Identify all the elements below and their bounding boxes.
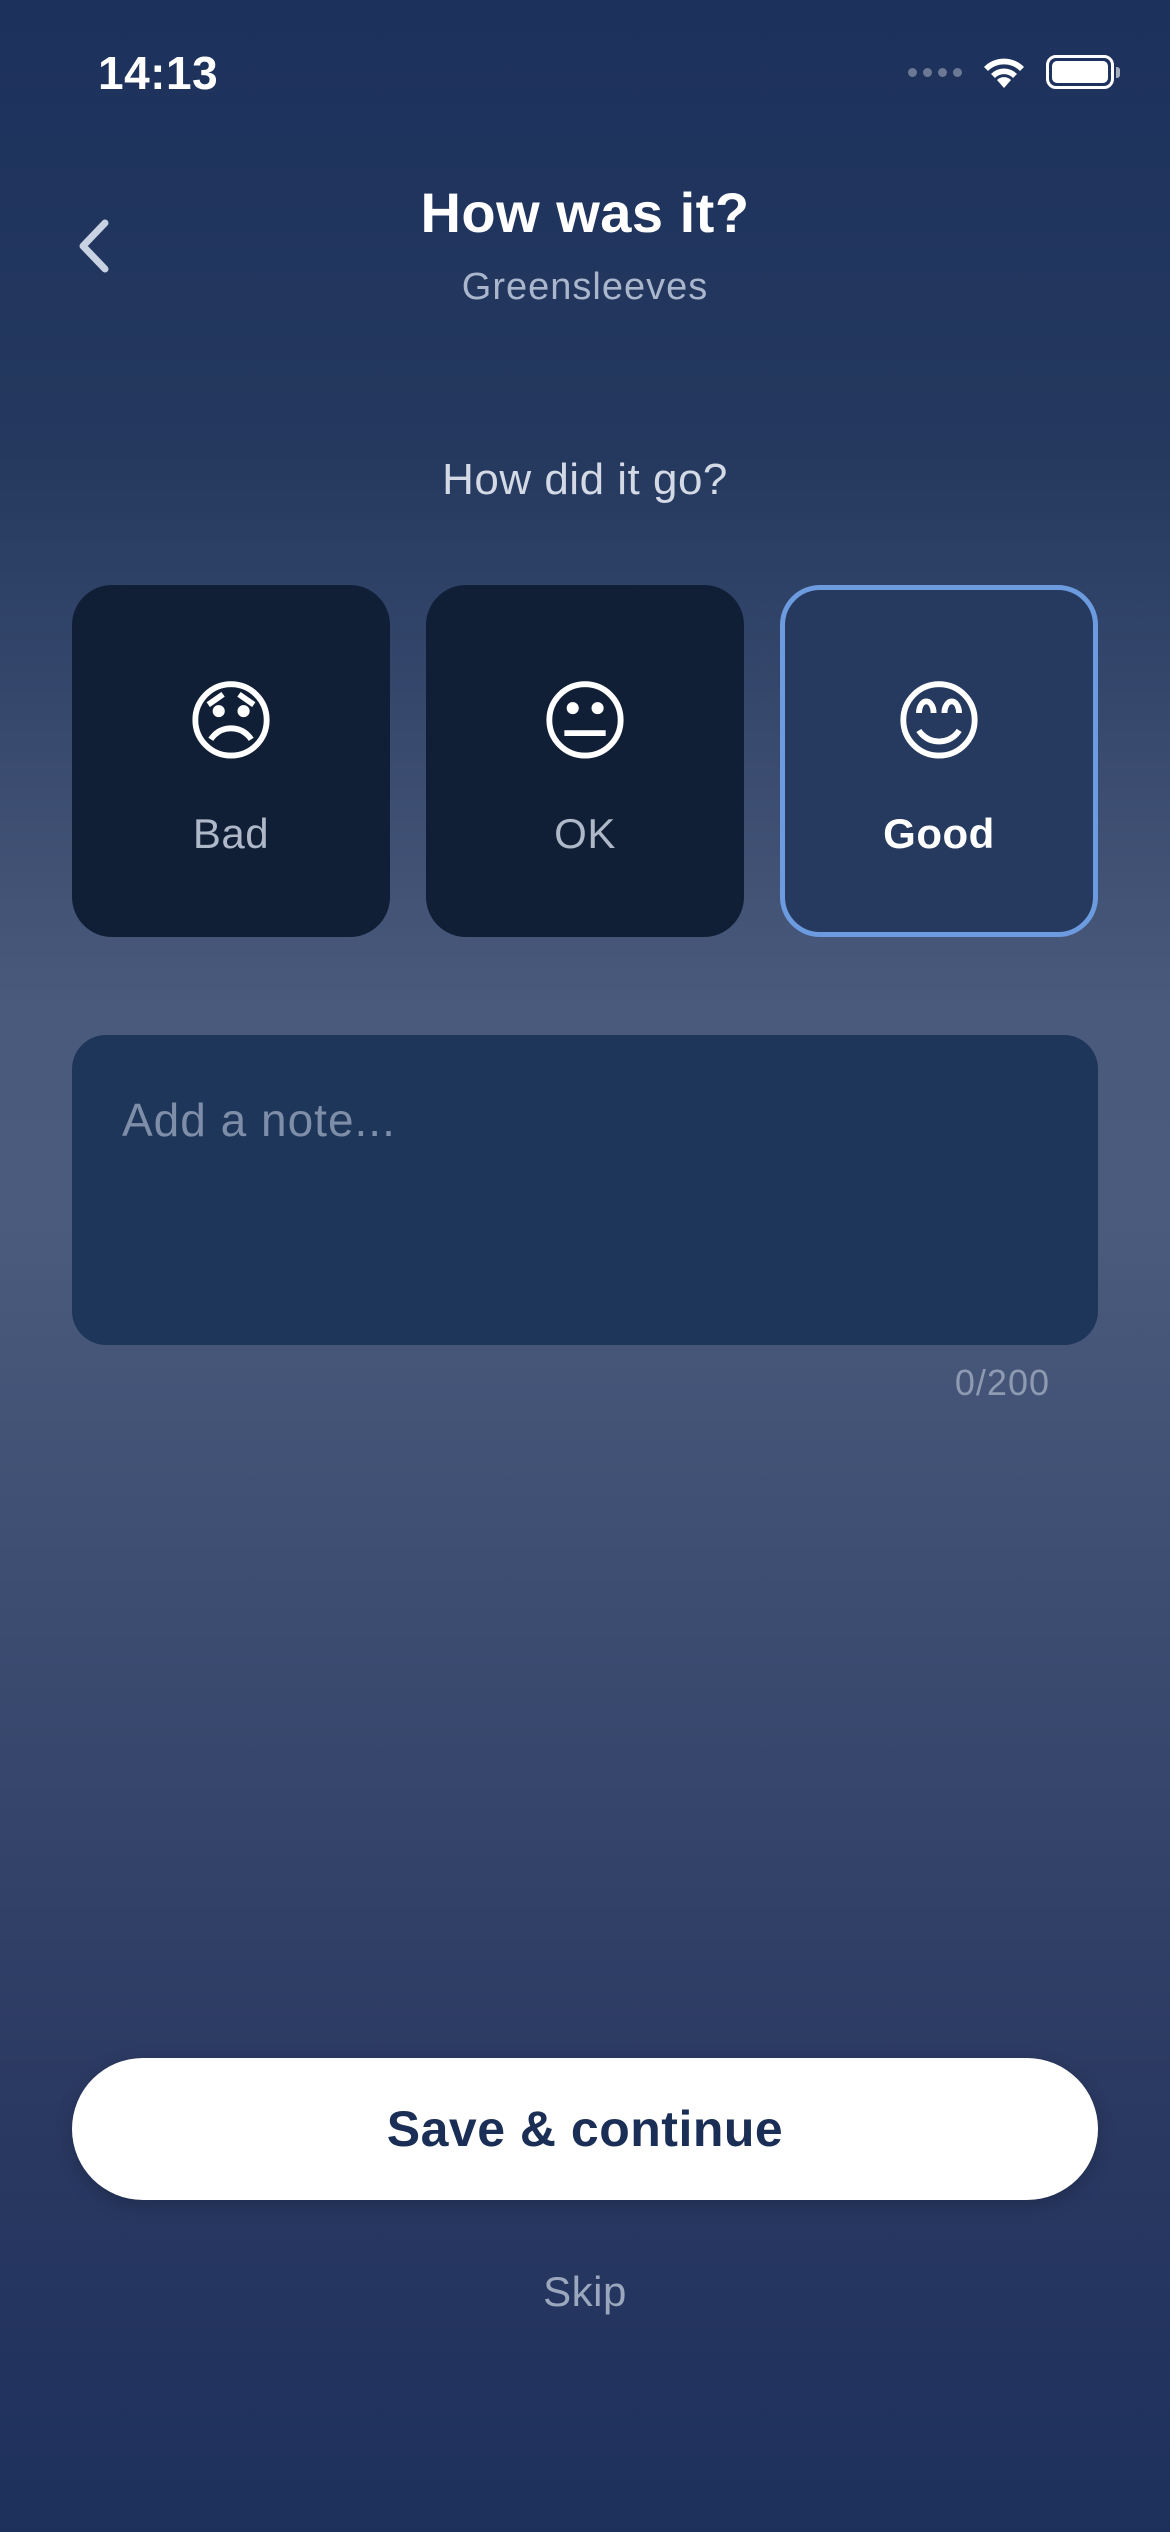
rating-label: OK [554, 810, 616, 857]
rating-option-bad[interactable]: 😞 Bad [72, 585, 390, 937]
rating-option-good[interactable]: 😊 Good [780, 585, 1098, 937]
save-continue-button[interactable]: Save & continue [72, 2058, 1098, 2200]
status-time: 14:13 [98, 47, 219, 99]
skip-button[interactable]: Skip [0, 2268, 1170, 2316]
disappointed-face-icon: 😞 [185, 672, 277, 771]
rating-question: How did it go? [442, 455, 728, 504]
battery-icon [1046, 55, 1120, 89]
neutral-face-icon: 😐 [539, 672, 631, 771]
note-input[interactable]: Add a note... [72, 1035, 1098, 1345]
note-placeholder: Add a note... [122, 1094, 396, 1146]
rating-option-ok[interactable]: 😐 OK [426, 585, 744, 937]
smiling-face-icon: 😊 [893, 672, 985, 771]
page-subtitle: Greensleeves [461, 266, 709, 308]
wifi-icon [980, 54, 1028, 90]
page-title: How was it? [420, 181, 750, 244]
cellular-signal-icon [908, 67, 962, 77]
rating-label: Bad [192, 810, 270, 857]
rating-options: 😞 Bad 😐 OK 😊 Good [72, 585, 1098, 937]
character-count: 0/200 [954, 1362, 1050, 1403]
rating-label: Good [883, 810, 995, 857]
status-indicators [908, 54, 1120, 90]
